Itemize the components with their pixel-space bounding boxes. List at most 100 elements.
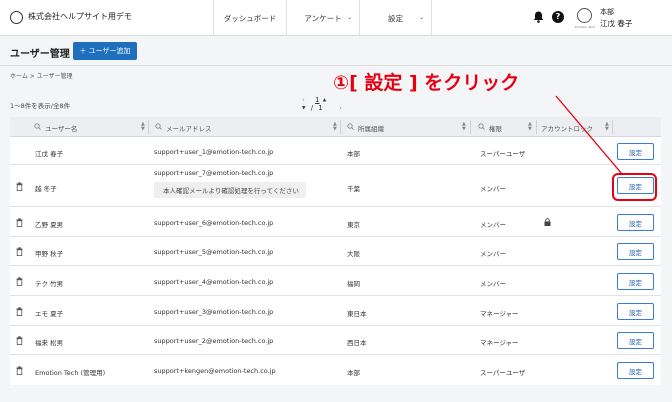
lock-icon xyxy=(544,218,551,226)
email-cell: support+user_4@emotion-tech.co.jp xyxy=(154,278,274,286)
nav-survey-label: アンケート xyxy=(304,13,342,23)
org-cell: 本部 xyxy=(347,369,360,377)
settings-button[interactable]: 設定 xyxy=(617,243,654,260)
user-table: ユーザー名 ▲ ▼ メールアドレス ▲ ▼ 所属組織 ▲ ▼ 権限 ▲ ▼ アカウントロ… xyxy=(10,117,661,385)
nav-dashboard-label: ダッシュボード xyxy=(223,13,277,23)
next-page-icon[interactable]: › xyxy=(339,104,342,112)
trash-icon[interactable] xyxy=(16,336,23,345)
search-icon xyxy=(478,123,485,130)
org-cell: 大阪 xyxy=(347,250,360,258)
user-name-cell: 越 冬子 xyxy=(35,185,57,193)
settings-button[interactable]: 設定 xyxy=(617,332,654,349)
column-divider xyxy=(340,120,341,134)
page-current[interactable]: 1 xyxy=(315,96,319,104)
add-user-button[interactable]: ＋ ユーザー追加 xyxy=(73,42,137,60)
column-account-lock[interactable]: アカウントロック xyxy=(541,123,593,133)
nav-dashboard[interactable]: ダッシュボード xyxy=(213,0,286,36)
sort-icon[interactable]: ▲ ▼ xyxy=(333,122,337,132)
page-separator: / xyxy=(310,104,314,112)
page-title: ユーザー管理 xyxy=(10,49,70,60)
column-role[interactable]: 権限 xyxy=(489,123,502,133)
search-icon xyxy=(34,123,41,130)
chevron-down-icon: ⌄ xyxy=(418,14,424,21)
email-cell: support+user_5@emotion-tech.co.jp xyxy=(154,248,274,256)
sort-icon[interactable]: ▲ ▼ xyxy=(605,122,609,132)
column-divider xyxy=(612,120,613,134)
verification-notice: 本人確認メールより確認処理を行ってください xyxy=(154,182,306,198)
page-total: 1 xyxy=(318,104,323,112)
avatar[interactable] xyxy=(577,8,592,23)
column-divider xyxy=(148,120,149,134)
column-divider xyxy=(536,120,537,134)
email-cell: support+user_2@emotion-tech.co.jp xyxy=(154,337,274,345)
nav-settings[interactable]: 設定 ⌄ xyxy=(359,0,432,36)
top-navigation-bar: 株式会社ヘルプサイト用デモ ダッシュボード アンケート ⌄ 設定 ⌄ ? Emo… xyxy=(0,0,672,36)
role-cell: マネージャー xyxy=(480,310,519,318)
role-cell: スーパーユーザ xyxy=(480,369,526,377)
user-department: 本部 xyxy=(600,8,614,16)
column-username[interactable]: ユーザー名 xyxy=(45,123,77,133)
breadcrumb[interactable]: ホーム > ユーザー管理 xyxy=(10,71,73,80)
trash-icon[interactable] xyxy=(16,307,23,316)
annotation-highlight xyxy=(612,173,657,201)
sort-icon[interactable]: ▲ ▼ xyxy=(462,122,466,132)
pagination: ‹ 1 ▲ ▼ / 1 › xyxy=(302,96,342,112)
user-name-cell: 乙野 夏男 xyxy=(35,221,64,229)
trash-icon[interactable] xyxy=(16,277,23,286)
chevron-down-icon: ⌄ xyxy=(346,14,352,21)
org-cell: 千葉 xyxy=(347,185,360,193)
table-row: 乙野 夏男 support+user_6@emotion-tech.co.jp … xyxy=(10,207,661,237)
email-cell: support+kengen@emotion-tech.co.jp xyxy=(154,367,276,375)
role-cell: マネージャー xyxy=(480,339,519,347)
instruction-annotation: ①[ 設定 ] をクリック xyxy=(333,72,520,94)
user-name-cell: 甲野 秋子 xyxy=(35,250,64,258)
table-row: 越 冬子 support+user_7@emotion-tech.co.jp 本… xyxy=(10,165,661,207)
email-cell: support+user_6@emotion-tech.co.jp xyxy=(154,219,274,227)
org-cell: 東京 xyxy=(347,221,360,229)
search-icon xyxy=(347,123,354,130)
sort-icon[interactable]: ▲ ▼ xyxy=(141,122,145,132)
user-name[interactable]: 江戊 春子 xyxy=(600,18,632,29)
trash-icon[interactable] xyxy=(16,218,23,227)
settings-button[interactable]: 設定 xyxy=(617,214,654,231)
help-icon[interactable]: ? xyxy=(552,11,564,23)
trash-icon[interactable] xyxy=(16,182,23,191)
role-cell: スーパーユーザ xyxy=(480,150,526,158)
sort-icon[interactable]: ▲ ▼ xyxy=(528,122,532,132)
user-name-cell: 江戊 春子 xyxy=(35,150,64,158)
user-name-cell: 福来 松男 xyxy=(35,339,64,347)
org-cell: 東日本 xyxy=(347,310,367,318)
trash-icon[interactable] xyxy=(16,247,23,256)
role-cell: メンバー xyxy=(480,280,506,288)
org-cell: 福岡 xyxy=(347,280,360,288)
column-organization[interactable]: 所属組織 xyxy=(358,123,384,133)
search-icon xyxy=(155,123,162,130)
email-cell: support+user_1@emotion-tech.co.jp xyxy=(154,148,274,156)
table-row: テク 竹男 support+user_4@emotion-tech.co.jp … xyxy=(10,266,661,296)
column-email[interactable]: メールアドレス xyxy=(166,123,212,133)
settings-button[interactable]: 設定 xyxy=(617,303,654,320)
user-name-cell: エモ 夏子 xyxy=(35,310,64,318)
trash-icon[interactable] xyxy=(16,366,23,375)
user-name-cell: テク 竹男 xyxy=(35,280,64,288)
bell-icon[interactable] xyxy=(533,11,544,23)
role-cell: メンバー xyxy=(480,250,506,258)
email-cell: support+user_7@emotion-tech.co.jp xyxy=(154,169,274,177)
email-cell: support+user_3@emotion-tech.co.jp xyxy=(154,308,274,316)
settings-button[interactable]: 設定 xyxy=(617,143,654,160)
org-cell: 本部 xyxy=(347,150,360,158)
table-header: ユーザー名 ▲ ▼ メールアドレス ▲ ▼ 所属組織 ▲ ▼ 権限 ▲ ▼ アカウントロ… xyxy=(10,117,661,137)
header-divider xyxy=(0,65,672,66)
avatar-caption: Emotion Tech xyxy=(575,25,596,29)
table-row: Emotion Tech (管理用) support+kengen@emotio… xyxy=(10,355,661,385)
settings-button[interactable]: 設定 xyxy=(617,273,654,290)
result-count: 1〜8件を表示/全8件 xyxy=(10,102,71,110)
role-cell: メンバー xyxy=(480,221,506,229)
table-row: 福来 松男 support+user_2@emotion-tech.co.jp … xyxy=(10,326,661,355)
org-cell: 西日本 xyxy=(347,339,367,347)
nav-survey[interactable]: アンケート ⌄ xyxy=(286,0,359,36)
prev-page-icon[interactable]: ‹ xyxy=(302,96,305,104)
settings-button[interactable]: 設定 xyxy=(617,362,654,379)
table-row: 甲野 秋子 support+user_5@emotion-tech.co.jp … xyxy=(10,237,661,266)
role-cell: メンバー xyxy=(480,185,506,193)
